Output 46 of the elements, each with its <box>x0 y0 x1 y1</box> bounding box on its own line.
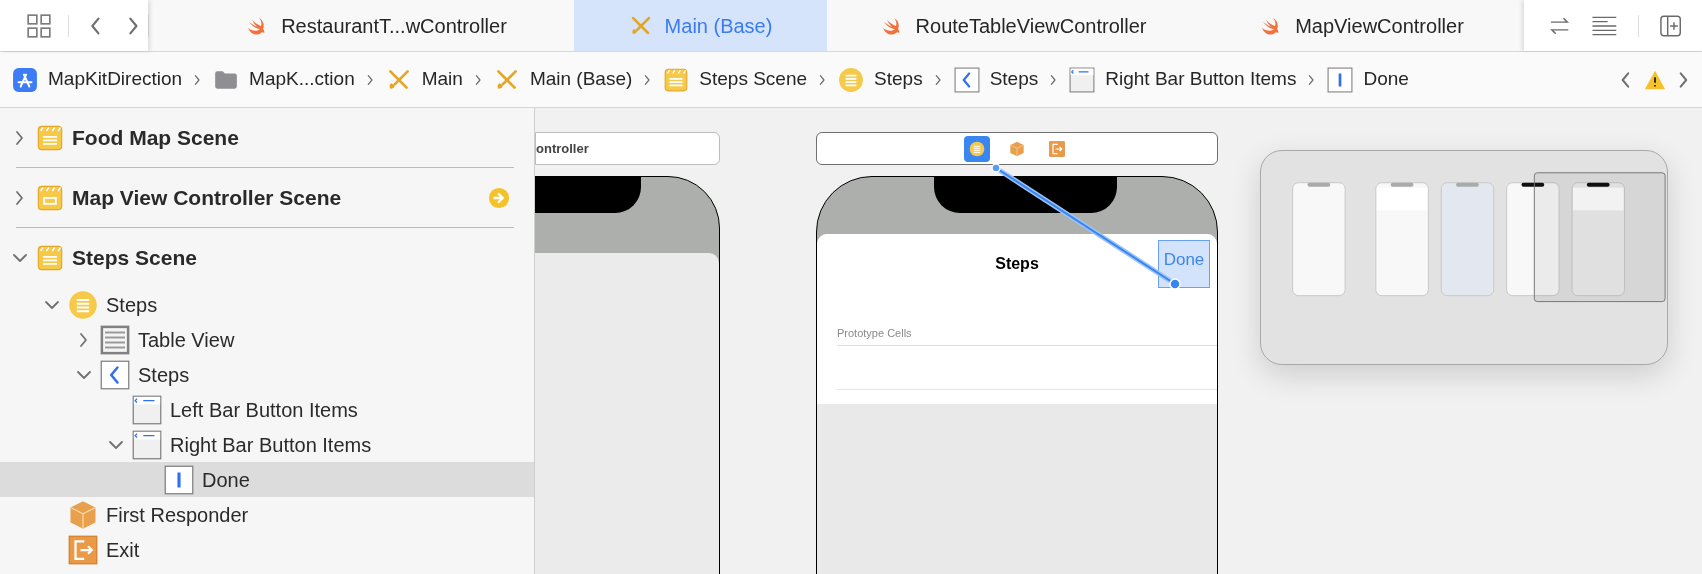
list-circle-icon <box>838 66 865 93</box>
cursor-box-icon <box>164 464 194 495</box>
breadcrumb-item[interactable]: Right Bar Button Items <box>1069 65 1297 94</box>
back-chevron-icon <box>953 66 980 93</box>
breadcrumb-item[interactable]: Main <box>385 65 463 94</box>
list-circle-icon <box>969 140 985 157</box>
clapperboard-icon <box>36 243 64 272</box>
breadcrumb-item[interactable]: Steps <box>953 65 1039 94</box>
exit-icon <box>1049 140 1065 157</box>
outline-row[interactable]: Exit <box>0 532 534 567</box>
outline-row[interactable]: Steps Scene <box>0 228 534 287</box>
breadcrumb-item[interactable]: Steps <box>838 65 923 94</box>
outline-row[interactable]: Table View <box>0 322 534 357</box>
breadcrumb-item[interactable]: MapK...ction <box>213 65 355 94</box>
outline-row[interactable]: Map View Controller Scene <box>0 168 534 227</box>
minimap[interactable] <box>1260 150 1668 365</box>
breadcrumb-item[interactable]: Done <box>1327 65 1409 94</box>
outline-row[interactable]: Left Bar Button Items <box>0 392 534 427</box>
cube-icon <box>1009 140 1025 157</box>
outline-row[interactable]: Steps <box>0 287 534 322</box>
breadcrumb-item[interactable]: Main (Base) <box>493 65 633 94</box>
outline-row[interactable]: Right Bar Button Items <box>0 427 534 462</box>
breadcrumb-item[interactable]: Steps Scene <box>663 65 808 94</box>
window-icon <box>132 394 162 425</box>
back-chevron-icon <box>100 359 130 390</box>
list-circle-icon <box>68 289 98 320</box>
cursor-box-icon <box>1327 66 1354 93</box>
outline-row[interactable]: First Responder <box>0 497 534 532</box>
outline-row[interactable]: Steps <box>0 357 534 392</box>
clapperboard-icon <box>663 66 690 93</box>
grid-icon[interactable] <box>26 12 52 39</box>
cube-icon <box>68 499 98 530</box>
clapperboard-icon <box>36 123 64 152</box>
window-icon <box>1069 66 1096 93</box>
app-icon <box>12 66 38 93</box>
table-icon <box>100 324 130 355</box>
window-icon <box>132 429 162 460</box>
scene-title-bar[interactable]: ontroller <box>535 132 720 165</box>
clapperboard-icon <box>36 183 64 212</box>
nav-title: Steps <box>995 254 1039 274</box>
dock-item[interactable] <box>964 135 990 162</box>
outline-row[interactable]: Food Map Scene <box>0 108 534 167</box>
exit-icon <box>68 534 98 565</box>
section-header: Prototype Cells <box>837 327 912 339</box>
outline-row[interactable]: Done <box>0 462 534 497</box>
breadcrumb-item[interactable]: MapKitDirection <box>12 65 183 94</box>
